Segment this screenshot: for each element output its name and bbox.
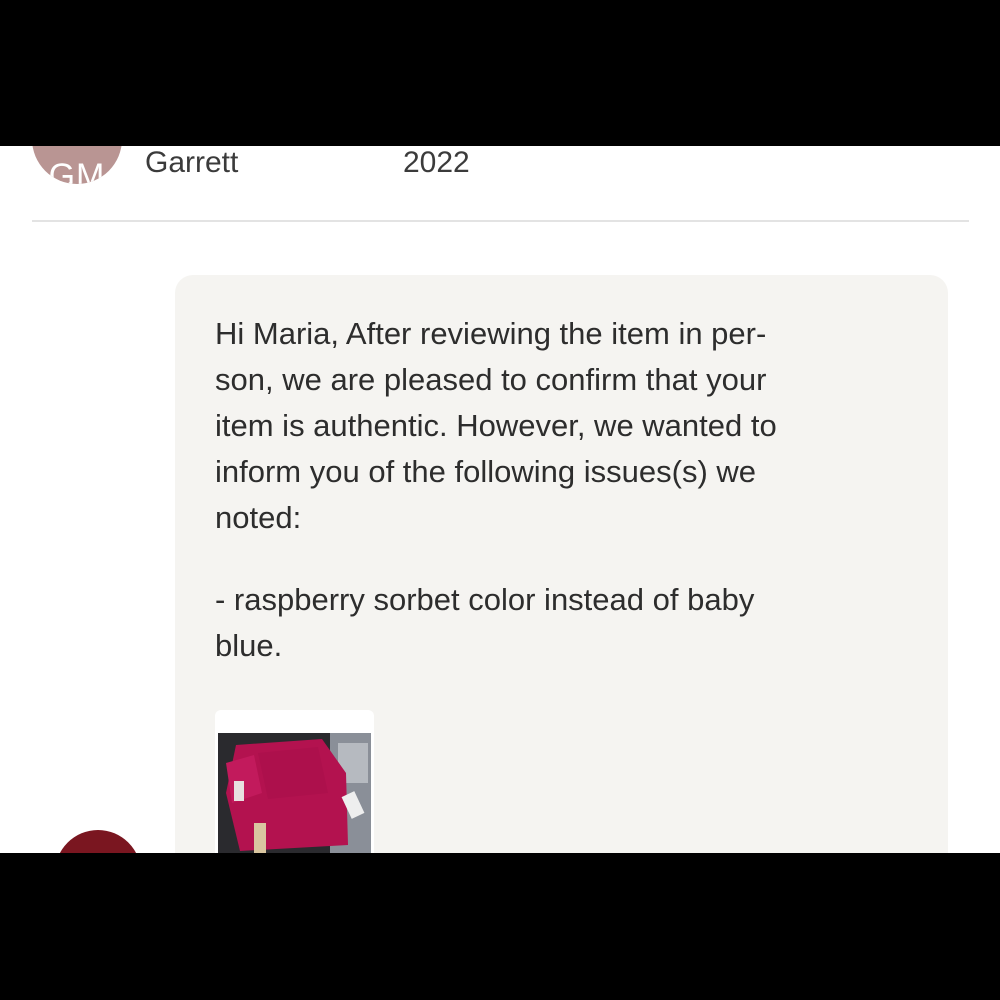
message-header: GM Garrett 2022 — [0, 146, 1000, 222]
garment-photo-icon — [218, 733, 371, 853]
message-issue-item: - raspberry sorbet color instead of baby… — [215, 582, 755, 663]
header-divider — [32, 220, 969, 222]
message-bubble: Hi Maria, After reviewing the item in pe… — [175, 275, 948, 853]
message-body: Hi Maria, After reviewing the item in pe… — [215, 316, 777, 535]
sender-name: Garrett — [145, 146, 239, 179]
message-date: 2022 — [403, 146, 470, 179]
message-thread[interactable]: GM Garrett 2022 Hi Maria, After reviewin… — [0, 146, 1000, 853]
letterbox-top — [0, 0, 1000, 146]
screenshot-frame: GM Garrett 2022 Hi Maria, After reviewin… — [0, 0, 1000, 1000]
sender-avatar[interactable]: GM — [32, 146, 122, 184]
attachment-thumbnail[interactable] — [215, 710, 374, 853]
letterbox-bottom — [0, 853, 1000, 1000]
next-sender-avatar[interactable] — [55, 830, 141, 853]
